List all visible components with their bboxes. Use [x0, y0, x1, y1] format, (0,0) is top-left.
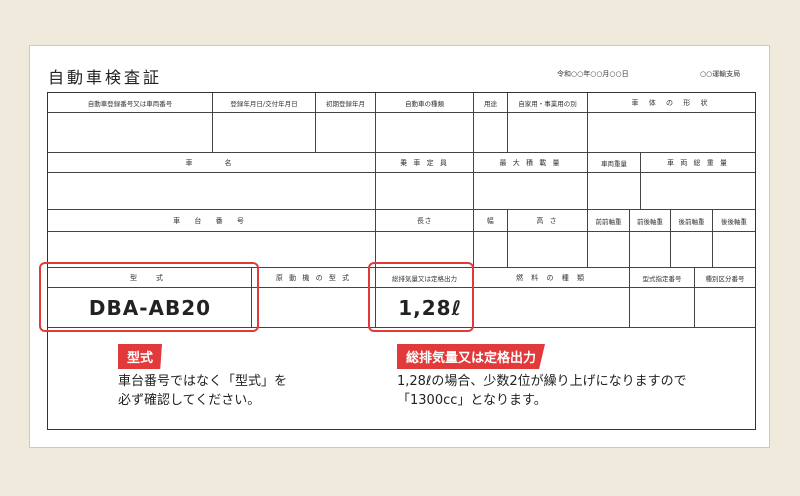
header-vehicle-weight: 車両重量	[588, 153, 641, 173]
issue-date: 令和○○年○○月○○日	[557, 70, 629, 78]
cell-vehicle-weight	[588, 173, 641, 210]
cell-car-name	[48, 173, 376, 210]
header-registration-date: 登録年月日/交付年月日	[213, 93, 316, 113]
header-chassis-number: 車 台 番 号	[48, 210, 376, 232]
issuer: ○○運輸支局	[700, 70, 741, 78]
cell-category-number	[695, 288, 755, 328]
cell-front-front-axle	[588, 232, 630, 268]
cell-capacity	[376, 173, 474, 210]
displacement-callout-tag: 総排気量又は定格出力	[397, 344, 546, 369]
model-note-line2: 必ず確認してください。	[118, 393, 261, 408]
header-rear-front-axle: 後前軸重	[671, 210, 713, 232]
header-max-load: 最 大 積 載 量	[474, 153, 588, 173]
cell-height	[508, 232, 588, 268]
header-registration-number: 自動車登録番号又は車両番号	[48, 93, 213, 113]
header-capacity: 乗 車 定 員	[376, 153, 474, 173]
cell-max-load	[474, 173, 588, 210]
header-rear-rear-axle: 後後軸重	[713, 210, 755, 232]
displacement-note: 1,28ℓの場合、少数2位が繰り上げになりますので 「1300cc」となります。	[397, 372, 687, 410]
header-vehicle-kind: 自動車の種類	[376, 93, 474, 113]
cell-rear-rear-axle	[713, 232, 755, 268]
header-width: 幅	[474, 210, 508, 232]
model-note-line1: 車台番号ではなく「型式」を	[118, 374, 288, 389]
header-gross-weight: 車 両 総 重 量	[641, 153, 755, 173]
header-category-number: 種別区分番号	[695, 268, 755, 288]
header-height: 高 さ	[508, 210, 588, 232]
model-callout-tag: 型式	[118, 344, 163, 369]
cell-first-registration	[316, 113, 376, 153]
cell-rear-front-axle	[671, 232, 713, 268]
header-car-name: 車 名	[48, 153, 376, 173]
model-highlight-frame	[39, 262, 259, 332]
cell-vehicle-kind	[376, 113, 474, 153]
cell-width	[474, 232, 508, 268]
cell-model-designation	[630, 288, 695, 328]
cell-usage	[474, 113, 508, 153]
header-body-shape: 車 体 の 形 状	[588, 93, 755, 113]
displacement-note-line1: 1,28ℓの場合、少数2位が繰り上げになりますので	[397, 374, 687, 389]
cell-private-business	[508, 113, 588, 153]
header-model-designation: 型式指定番号	[630, 268, 695, 288]
model-note: 車台番号ではなく「型式」を 必ず確認してください。	[118, 372, 287, 410]
header-first-registration: 初期登録年月	[316, 93, 376, 113]
displacement-note-line2: 「1300cc」となります。	[397, 393, 547, 408]
header-length: 長さ	[376, 210, 474, 232]
cell-body-shape	[588, 113, 755, 153]
header-engine-model: 原 動 機 の 型 式	[252, 268, 376, 288]
cell-front-rear-axle	[630, 232, 671, 268]
displacement-highlight-frame	[368, 262, 474, 332]
document-title: 自動車検査証	[48, 68, 163, 87]
cell-registration-number	[48, 113, 213, 153]
cell-engine-model	[252, 288, 376, 328]
cell-gross-weight	[641, 173, 755, 210]
header-front-rear-axle: 前後軸重	[630, 210, 671, 232]
header-usage: 用途	[474, 93, 508, 113]
header-fuel-type: 燃 料 の 種 類	[474, 268, 630, 288]
cell-registration-date	[213, 113, 316, 153]
cell-fuel-type	[474, 288, 630, 328]
header-private-business: 自家用・事業用の別	[508, 93, 588, 113]
header-front-front-axle: 前前軸重	[588, 210, 630, 232]
